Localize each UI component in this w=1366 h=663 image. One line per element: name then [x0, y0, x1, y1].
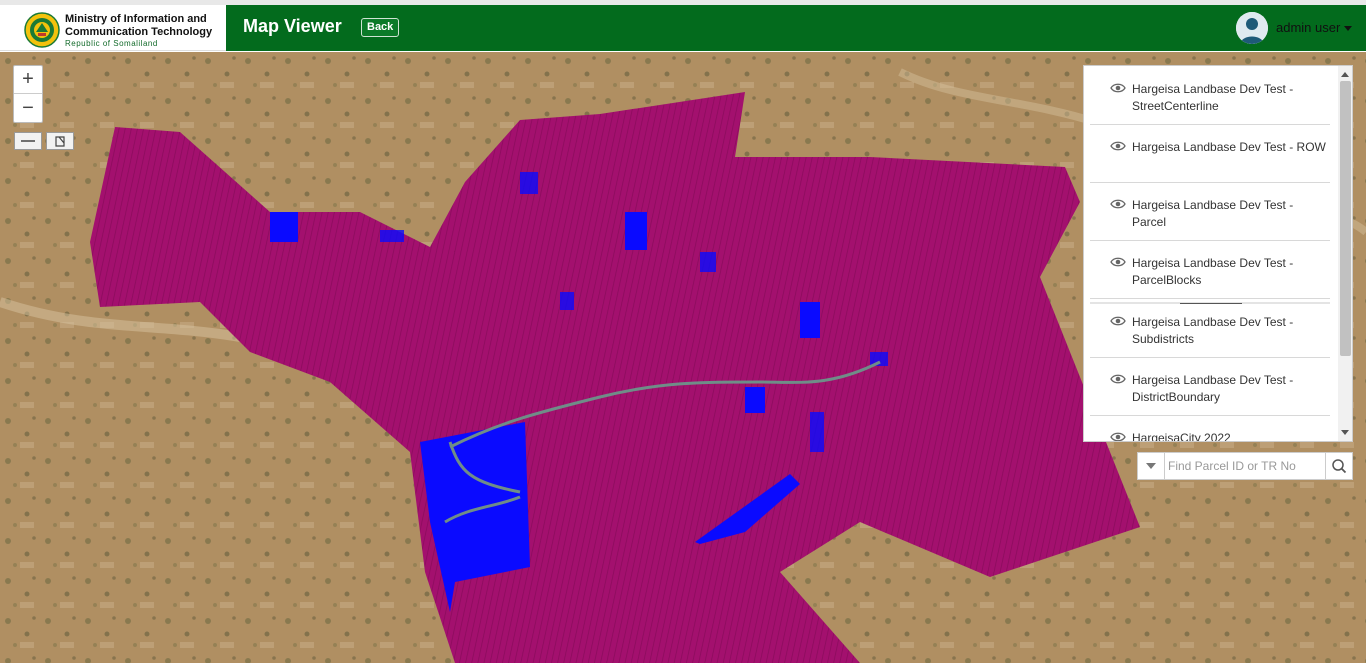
line-icon	[21, 140, 35, 142]
user-avatar-icon	[1236, 12, 1268, 44]
layer-item[interactable]: Hargeisa Landbase Dev Test - DistrictBou…	[1090, 362, 1330, 416]
layer-item[interactable]: Hargeisa Landbase Dev Test - ROW	[1090, 129, 1330, 183]
back-button[interactable]: Back	[361, 18, 400, 37]
eye-icon[interactable]	[1110, 140, 1126, 152]
ministry-logo-icon	[24, 12, 60, 48]
layer-label: Hargeisa Landbase Dev Test - Parcel	[1132, 198, 1294, 229]
eye-icon[interactable]	[1110, 431, 1126, 442]
eye-icon[interactable]	[1110, 315, 1126, 327]
layer-label: Hargeisa Landbase Dev Test - DistrictBou…	[1132, 373, 1294, 404]
search-type-dropdown[interactable]	[1138, 453, 1165, 479]
eye-icon[interactable]	[1110, 373, 1126, 385]
search-icon	[1332, 459, 1347, 474]
polygon-icon	[55, 136, 65, 147]
eye-icon[interactable]	[1110, 82, 1126, 94]
org-subtitle: Republic of Somaliland	[65, 39, 158, 48]
zoom-control: + −	[13, 65, 43, 123]
measure-line-button[interactable]	[14, 132, 42, 150]
layer-list-panel[interactable]: Hargeisa Landbase Dev Test - StreetCente…	[1083, 65, 1353, 442]
layer-item[interactable]: Hargeisa Landbase Dev Test - Parcel	[1090, 187, 1330, 241]
parcel-search-box	[1137, 452, 1353, 480]
scroll-up-arrow-icon[interactable]	[1341, 72, 1349, 77]
eye-icon[interactable]	[1110, 198, 1126, 210]
parcel-search-input[interactable]	[1168, 456, 1320, 476]
user-avatar[interactable]	[1236, 12, 1268, 44]
layer-label: Hargeisa Landbase Dev Test - ROW	[1132, 140, 1326, 154]
layer-label: Hargeisa Landbase Dev Test - StreetCente…	[1132, 82, 1294, 113]
user-menu-caret-icon[interactable]	[1344, 26, 1352, 31]
dropdown-arrow-icon	[1146, 463, 1156, 469]
layer-list-scrollbar[interactable]	[1338, 66, 1352, 441]
page-title: Map Viewer	[243, 16, 342, 36]
layer-label: Hargeisa Landbase Dev Test - Subdistrict…	[1132, 315, 1294, 346]
zoom-out-button[interactable]: −	[14, 95, 42, 123]
top-navbar: Map Viewer Back admin user	[226, 5, 1366, 51]
app-header: Ministry of Information and Communicatio…	[0, 0, 1366, 52]
org-name-line1: Ministry of Information and	[65, 13, 207, 25]
user-menu-name[interactable]: admin user	[1276, 20, 1340, 35]
layer-label: Hargeisa Landbase Dev Test - ParcelBlock…	[1132, 256, 1294, 287]
zoom-in-button[interactable]: +	[14, 66, 42, 94]
map-canvas[interactable]: + − Hargeisa Landbase Dev Test - StreetC…	[0, 52, 1366, 663]
measure-area-button[interactable]	[46, 132, 74, 150]
layer-item[interactable]: HargeisaCity 2022	[1090, 420, 1330, 442]
brand-block: Ministry of Information and Communicatio…	[0, 5, 226, 51]
scrollbar-thumb[interactable]	[1340, 81, 1351, 356]
org-name-line2: Communication Technology	[65, 26, 213, 38]
layer-item[interactable]: Hargeisa Landbase Dev Test - StreetCente…	[1090, 71, 1330, 125]
eye-icon[interactable]	[1110, 256, 1126, 268]
scroll-down-arrow-icon[interactable]	[1341, 430, 1349, 435]
layer-item[interactable]: Hargeisa Landbase Dev Test - Subdistrict…	[1090, 304, 1330, 358]
search-button[interactable]	[1325, 453, 1352, 479]
layer-label: HargeisaCity 2022	[1132, 431, 1231, 442]
layer-item[interactable]: Hargeisa Landbase Dev Test - ParcelBlock…	[1090, 245, 1330, 299]
